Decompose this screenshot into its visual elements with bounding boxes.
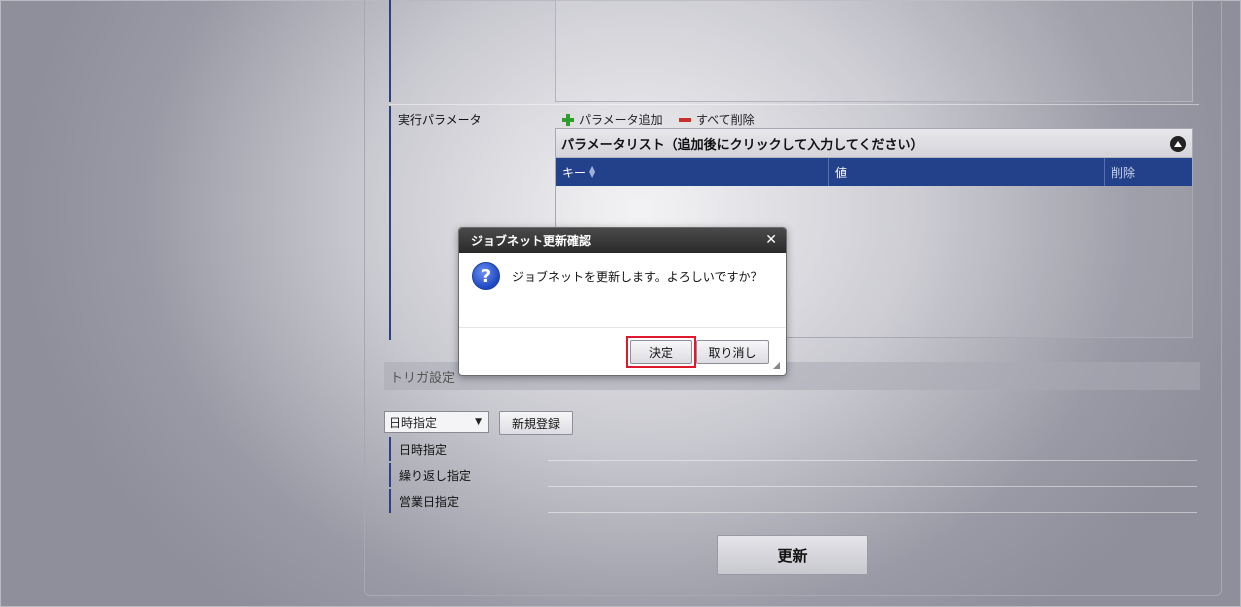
description-textarea[interactable] xyxy=(555,0,1193,102)
update-label: 更新 xyxy=(777,546,808,565)
trigger-row-label: 繰り返し指定 xyxy=(399,468,472,483)
column-delete-label: 削除 xyxy=(1111,165,1136,180)
trigger-row-business-day: 営業日指定 xyxy=(389,489,547,513)
add-param-link[interactable]: パラメータ追加 xyxy=(562,111,663,128)
ok-button[interactable]: 決定 xyxy=(630,340,692,364)
add-param-label: パラメータ追加 xyxy=(579,113,663,127)
row-indicator xyxy=(389,106,391,340)
row-divider xyxy=(389,104,1199,105)
exec-params-label: 実行パラメータ xyxy=(398,113,482,127)
dialog-title-bar[interactable]: ジョブネット更新確認 xyxy=(459,228,786,253)
new-register-button[interactable]: 新規登録 xyxy=(499,411,573,435)
ok-label: 決定 xyxy=(648,345,673,360)
dialog-message: ジョブネットを更新します。よろしいですか？ xyxy=(512,270,763,284)
trigger-row-value xyxy=(548,463,1197,487)
trigger-row-datetime: 日時指定 xyxy=(389,437,547,461)
param-list-header: パラメータリスト（追加後にクリックして入力してください） xyxy=(556,129,1192,158)
trigger-row-label: 営業日指定 xyxy=(399,494,460,509)
trigger-section-title-text: トリガ設定 xyxy=(390,370,456,386)
trigger-row-value xyxy=(548,489,1197,513)
trigger-row-value xyxy=(548,437,1197,461)
cancel-label: 取り消し xyxy=(708,345,757,360)
sort-icon: ▲ ▼ xyxy=(589,164,596,179)
param-grid-header: キー ▲ ▼ 値 削除 xyxy=(556,158,1192,186)
trigger-type-value: 日時指定 xyxy=(389,415,438,430)
resize-handle-icon[interactable] xyxy=(773,362,780,369)
collapse-icon[interactable] xyxy=(1170,136,1186,152)
column-delete: 削除 xyxy=(1105,158,1192,186)
dialog-title: ジョブネット更新確認 xyxy=(471,234,592,248)
confirm-dialog: ジョブネット更新確認 ✕ ? ジョブネットを更新します。よろしいですか？ 決定 … xyxy=(458,227,787,376)
close-icon[interactable]: ✕ xyxy=(765,233,777,247)
column-value: 値 xyxy=(829,158,1105,186)
trigger-row-label: 日時指定 xyxy=(399,442,448,457)
minus-icon xyxy=(679,117,691,122)
trigger-row-repeat: 繰り返し指定 xyxy=(389,463,547,487)
column-key[interactable]: キー ▲ ▼ xyxy=(556,158,829,186)
trigger-type-select[interactable]: 日時指定 ▼ xyxy=(384,411,489,433)
param-list-title: パラメータリスト（追加後にクリックして入力してください） xyxy=(561,137,924,153)
dropdown-arrow-icon: ▼ xyxy=(475,417,482,427)
update-button[interactable]: 更新 xyxy=(717,535,868,575)
column-key-label: キー xyxy=(562,165,587,180)
dialog-footer: 決定 取り消し xyxy=(459,327,786,375)
question-icon: ? xyxy=(472,262,500,290)
delete-all-label: すべて削除 xyxy=(696,113,755,127)
new-register-label: 新規登録 xyxy=(511,416,560,431)
column-value-label: 値 xyxy=(835,165,848,180)
plus-icon xyxy=(562,113,574,126)
cancel-button[interactable]: 取り消し xyxy=(696,340,769,364)
row-indicator xyxy=(389,0,391,102)
delete-all-link[interactable]: すべて削除 xyxy=(679,111,755,128)
